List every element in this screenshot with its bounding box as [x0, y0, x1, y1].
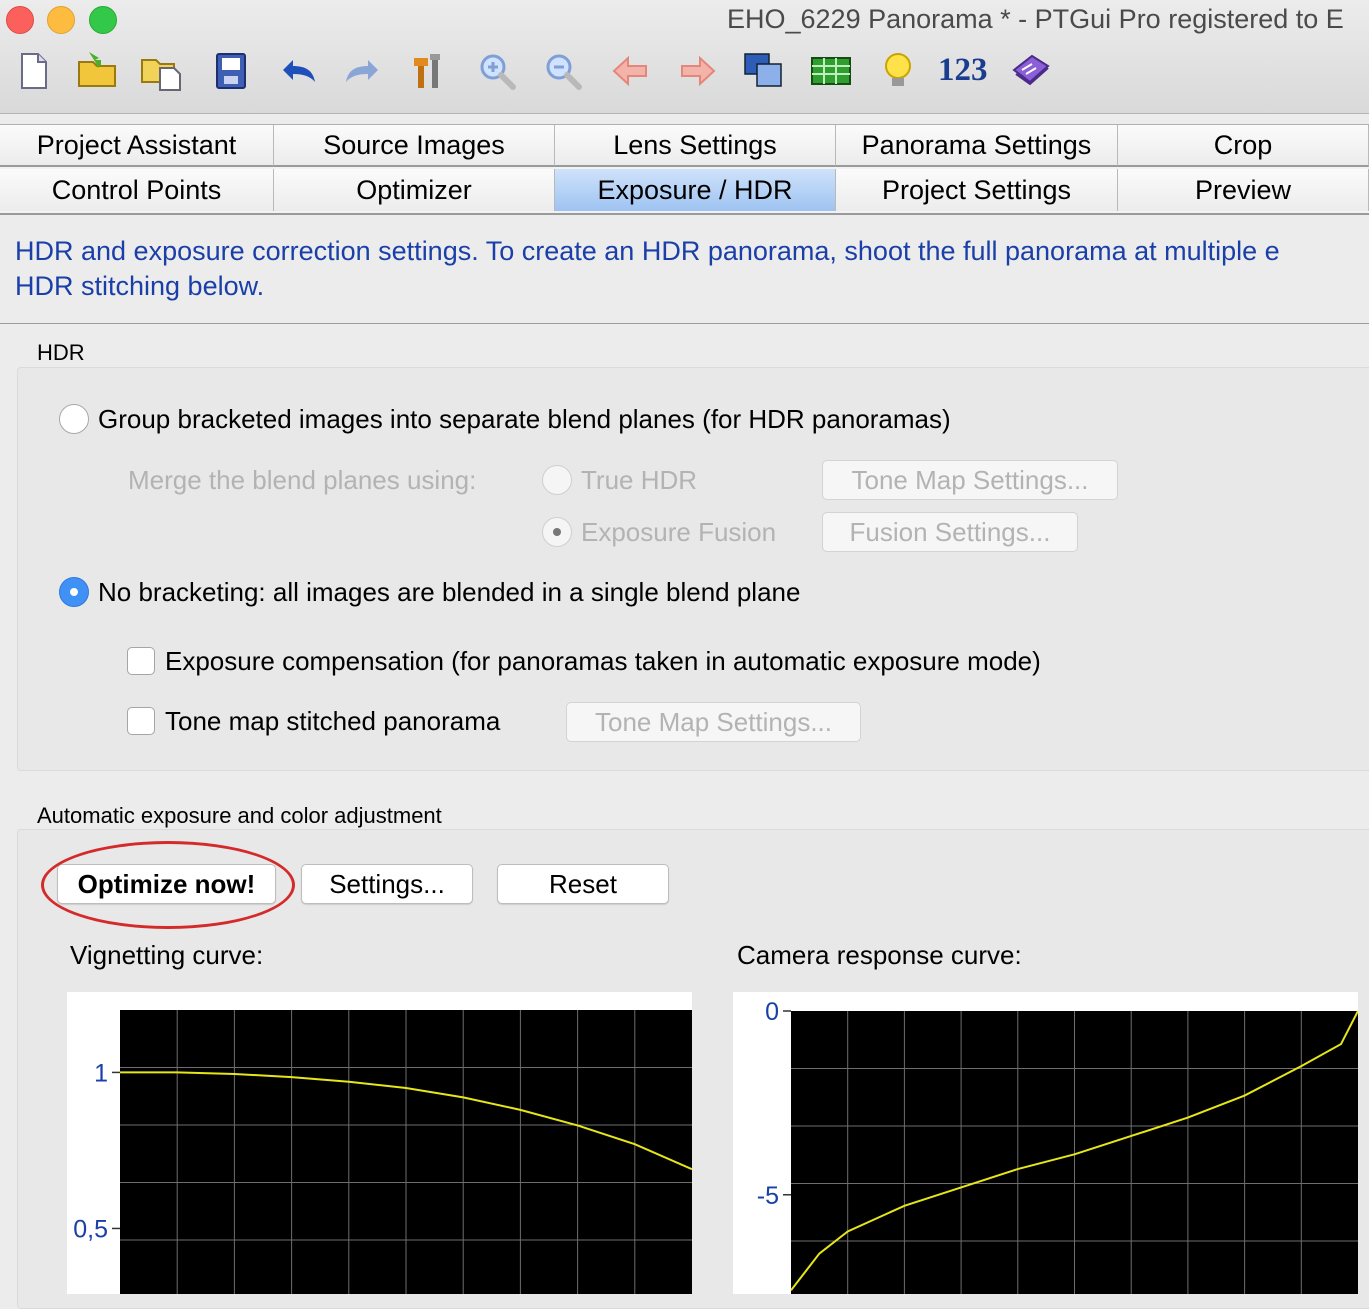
tone-map-settings-button-2[interactable]: Tone Map Settings...: [566, 702, 861, 742]
tab-project-assistant[interactable]: Project Assistant: [0, 125, 274, 167]
help-book-icon[interactable]: [1008, 48, 1054, 94]
window-title: EHO_6229 Panorama * - PTGui Pro register…: [727, 4, 1344, 34]
hdr-group-title: HDR: [37, 340, 85, 365]
vignetting-plot-area: 1 0,5: [67, 992, 693, 1294]
minimize-window-button[interactable]: [47, 6, 75, 34]
tone-map-settings-button[interactable]: Tone Map Settings...: [822, 460, 1118, 500]
fusion-settings-button[interactable]: Fusion Settings...: [822, 512, 1078, 552]
tab-exposure-hdr[interactable]: Exposure / HDR: [555, 169, 836, 211]
tab-bar: Project Assistant Source Images Lens Set…: [0, 124, 1369, 215]
zoom-out-icon[interactable]: [540, 48, 586, 94]
merge-label: Merge the blend planes using:: [128, 465, 477, 495]
highlight-annotation: [41, 841, 295, 929]
reset-button[interactable]: Reset: [497, 864, 669, 904]
numbers-icon[interactable]: 123: [938, 52, 988, 89]
y-tick-label: 0: [765, 998, 779, 1026]
undo-icon[interactable]: [275, 48, 321, 94]
tone-map-stitched-label: Tone map stitched panorama: [165, 706, 501, 736]
open-recent-icon[interactable]: [138, 48, 184, 94]
arrow-left-icon[interactable]: [608, 48, 654, 94]
description-line-2: HDR stitching below.: [15, 271, 265, 301]
exposure-compensation-label: Exposure compensation (for panoramas tak…: [165, 646, 1041, 676]
group-bracketed-label: Group bracketed images into separate ble…: [98, 404, 951, 434]
redo-icon[interactable]: [340, 48, 386, 94]
zoom-in-icon[interactable]: [474, 48, 520, 94]
y-tick-label: 1: [94, 1059, 108, 1087]
title-bar: EHO_6229 Panorama * - PTGui Pro register…: [0, 0, 1369, 114]
tab-lens-settings[interactable]: Lens Settings: [555, 125, 836, 167]
no-bracketing-label: No bracketing: all images are blended in…: [98, 577, 801, 607]
zoom-window-button[interactable]: [89, 6, 117, 34]
table-icon[interactable]: [808, 48, 854, 94]
tab-crop[interactable]: Crop: [1118, 125, 1369, 167]
separator: [0, 323, 1369, 324]
exposure-fusion-label: Exposure Fusion: [581, 517, 777, 547]
tab-control-points[interactable]: Control Points: [0, 169, 274, 211]
tab-project-settings[interactable]: Project Settings: [836, 169, 1118, 211]
close-window-button[interactable]: [6, 6, 34, 34]
camera-response-title: Camera response curve:: [737, 940, 1022, 970]
tab-source-images[interactable]: Source Images: [274, 125, 555, 167]
exposure-compensation-checkbox[interactable]: [127, 647, 155, 675]
tab-optimizer[interactable]: Optimizer: [274, 169, 555, 211]
lightbulb-icon[interactable]: [875, 48, 921, 94]
tone-map-stitched-checkbox[interactable]: [127, 707, 155, 735]
camera-response-plot-area: 0 -5: [733, 992, 1359, 1294]
true-hdr-label: True HDR: [581, 465, 698, 495]
exposure-fusion-radio[interactable]: [542, 517, 572, 547]
camera-response-chart: 0 -5: [757, 998, 1359, 1294]
vignetting-curve-title: Vignetting curve:: [70, 940, 264, 970]
page-description: HDR and exposure correction settings. To…: [15, 234, 1369, 304]
no-bracketing-radio[interactable]: [59, 577, 89, 607]
save-icon[interactable]: [208, 48, 254, 94]
vignetting-chart: 10,5: [73, 1010, 693, 1294]
tab-preview[interactable]: Preview: [1118, 169, 1369, 211]
true-hdr-radio[interactable]: [542, 465, 572, 495]
group-bracketed-radio[interactable]: [59, 404, 89, 434]
panorama-editor-icon[interactable]: [741, 48, 787, 94]
y-tick-label: 0,5: [73, 1215, 108, 1243]
auto-group-title: Automatic exposure and color adjustment: [37, 803, 442, 828]
tools-icon[interactable]: [406, 48, 452, 94]
settings-button[interactable]: Settings...: [301, 864, 473, 904]
new-document-icon[interactable]: [10, 48, 56, 94]
description-line-1: HDR and exposure correction settings. To…: [15, 236, 1280, 266]
arrow-right-icon[interactable]: [674, 48, 720, 94]
tab-panorama-settings[interactable]: Panorama Settings: [836, 125, 1118, 167]
y-tick-label: -5: [757, 1182, 779, 1210]
open-folder-icon[interactable]: [75, 48, 121, 94]
